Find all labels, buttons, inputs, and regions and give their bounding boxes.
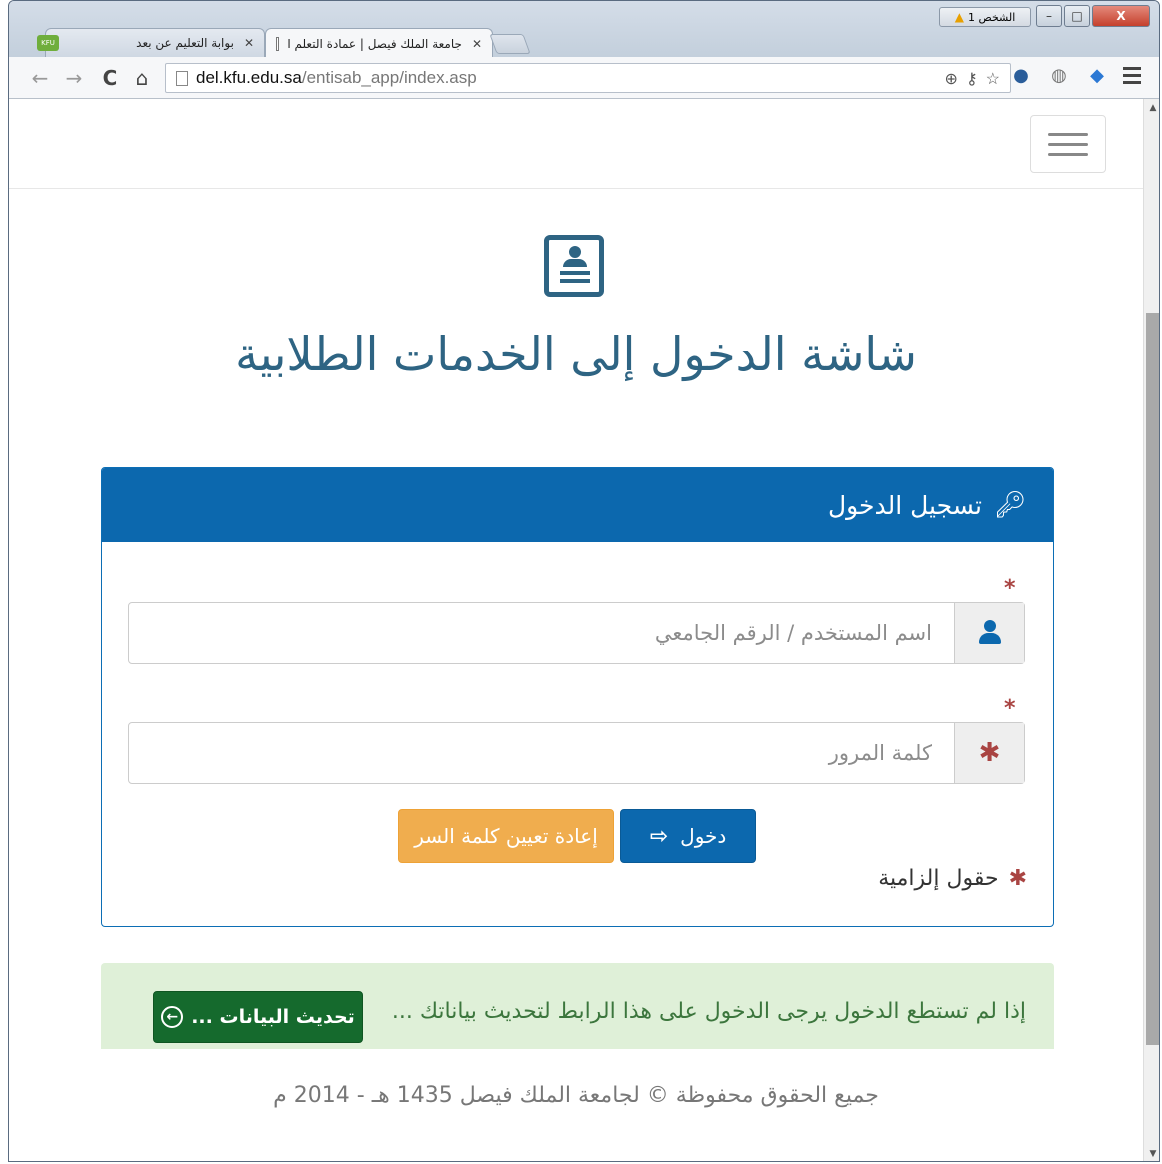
address-bar[interactable]: del.kfu.edu.sa /entisab_app/index.asp ⊕ … — [165, 63, 1011, 93]
user-extension-icon[interactable]: ● — [1009, 65, 1033, 86]
login-panel: 🔑︎ تسجيل الدخول * * ✱ دخول ⇨ — [101, 467, 1054, 927]
reset-password-label: إعادة تعيين كلمة السر — [414, 824, 598, 848]
browser-toolbar: ← → C ⌂ del.kfu.edu.sa /entisab_app/inde… — [9, 57, 1159, 99]
circle-arrow-left-icon: ← — [161, 1006, 184, 1028]
tab-distance-learning[interactable]: ✕ بوابة التعليم عن بعد — [45, 28, 265, 58]
key-icon[interactable]: ⚷ — [966, 69, 978, 89]
home-icon[interactable]: ⌂ — [129, 65, 155, 91]
scrollbar[interactable]: ▲ ▼ — [1143, 99, 1159, 1161]
maximize-button[interactable]: □ — [1064, 5, 1090, 27]
scroll-thumb[interactable] — [1146, 313, 1159, 1045]
browser-window: ✕ بوابة التعليم عن بعد ✕ جامعة الملك فيص… — [8, 0, 1160, 1162]
site-navbar — [9, 99, 1143, 189]
zoom-icon[interactable]: ⊕ — [945, 69, 958, 89]
page-viewport: شاشة الدخول إلى الخدمات الطلابية 🔑︎ تسجي… — [9, 99, 1143, 1161]
login-button-label: دخول — [680, 824, 727, 848]
tab-title: بوابة التعليم عن بعد — [136, 36, 234, 50]
url-path: /entisab_app/index.asp — [301, 68, 477, 87]
globe-icon[interactable]: ◍ — [1047, 65, 1071, 86]
contact-card-icon — [544, 235, 604, 297]
page-icon — [276, 36, 280, 51]
tab-title: جامعة الملك فيصل | عمادة التعلم ا — [287, 36, 462, 51]
reload-icon[interactable]: C — [97, 65, 123, 91]
kfu-favicon: KFU — [37, 35, 59, 51]
extensions: ● ◍ ◆ — [1009, 65, 1109, 86]
required-fields-note: ✱ حقول إلزامية — [878, 866, 1027, 891]
menu-icon[interactable] — [1123, 67, 1141, 88]
username-input[interactable] — [129, 603, 954, 663]
update-alert: إذا لم تستطع الدخول يرجى الدخول على هذا … — [101, 963, 1054, 1049]
password-input[interactable] — [129, 723, 954, 783]
back-icon[interactable]: ← — [27, 65, 53, 91]
alert-text: إذا لم تستطع الدخول يرجى الدخول على هذا … — [391, 999, 1026, 1024]
asterisk-icon: ✱ — [978, 738, 1001, 768]
required-asterisk: * — [1004, 696, 1016, 721]
new-tab-button[interactable] — [489, 34, 531, 54]
scroll-up-icon[interactable]: ▲ — [1144, 99, 1159, 117]
star-icon[interactable]: ☆ — [986, 69, 1000, 89]
required-fields-label: حقول إلزامية — [878, 866, 999, 891]
profile-label: الشخص 1 — [967, 10, 1016, 24]
page-icon — [176, 70, 188, 86]
nav-toggle-button[interactable] — [1030, 115, 1106, 173]
profile-button[interactable]: الشخص 1 ▲ — [939, 7, 1031, 27]
footer-copyright: جميع الحقوق محفوظة © لجامعة الملك فيصل 1… — [273, 1083, 879, 1108]
minimize-button[interactable]: – — [1036, 5, 1062, 27]
required-asterisk: * — [1004, 576, 1016, 601]
tab-strip: ✕ بوابة التعليم عن بعد ✕ جامعة الملك فيص… — [9, 1, 1159, 58]
user-icon — [978, 620, 1002, 646]
login-heading: تسجيل الدخول — [827, 490, 982, 520]
login-icon: ⇨ — [649, 823, 669, 849]
tab-close-icon[interactable]: ✕ — [244, 36, 254, 50]
forward-icon[interactable]: → — [61, 65, 87, 91]
login-button[interactable]: دخول ⇨ — [620, 809, 756, 863]
update-data-button[interactable]: تحديث البيانات ... ← — [153, 991, 363, 1043]
update-data-label: تحديث البيانات ... — [191, 1006, 355, 1028]
login-panel-header: 🔑︎ تسجيل الدخول — [102, 468, 1053, 542]
url-host: del.kfu.edu.sa — [196, 68, 302, 87]
tab-kfu[interactable]: ✕ جامعة الملك فيصل | عمادة التعلم ا — [265, 28, 493, 58]
page-title: شاشة الدخول إلى الخدمات الطلابية — [235, 327, 917, 381]
username-field — [128, 602, 1025, 664]
diamond-extension-icon[interactable]: ◆ — [1085, 65, 1109, 86]
scroll-down-icon[interactable]: ▼ — [1144, 1145, 1159, 1161]
user-icon-addon — [954, 603, 1024, 663]
key-icon: 🔑︎ — [993, 490, 1027, 520]
password-field: ✱ — [128, 722, 1025, 784]
warning-icon: ▲ — [954, 10, 964, 24]
asterisk-icon: ✱ — [1008, 866, 1027, 891]
close-window-button[interactable]: X — [1092, 5, 1150, 27]
tab-close-icon[interactable]: ✕ — [472, 37, 482, 51]
asterisk-icon-addon: ✱ — [954, 723, 1024, 783]
reset-password-button[interactable]: إعادة تعيين كلمة السر — [398, 809, 614, 863]
